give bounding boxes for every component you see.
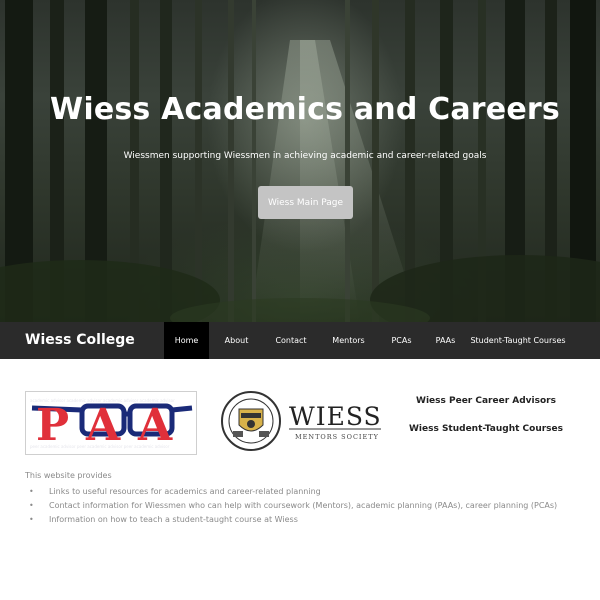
wiess-mentors-society-logo[interactable]: WIESS MENTORS SOCIETY (221, 391, 383, 451)
student-taught-courses-link[interactable]: Wiess Student-Taught Courses (405, 424, 567, 434)
svg-text:WIESS: WIESS (289, 402, 382, 431)
paa-logo-graphic: academic advisor academic advisor academ… (26, 392, 196, 454)
bullet-dot-icon: • (29, 487, 34, 496)
paa-letter-p: P (36, 400, 69, 451)
hero-title: Wiess Academics and Careers (50, 92, 560, 127)
brand-link[interactable]: Wiess College (25, 322, 135, 359)
peer-career-advisors-link[interactable]: Wiess Peer Career Advisors (405, 396, 567, 406)
forest-background-image (0, 0, 600, 322)
navbar: Wiess College Home About Contact Mentors… (0, 322, 600, 359)
list-item: • Contact information for Wiessmen who c… (25, 499, 557, 513)
nav-item-home[interactable]: Home (164, 322, 209, 359)
nav-menu: Home About Contact Mentors PCAs PAAs Stu… (164, 322, 569, 359)
bullet-dot-icon: • (29, 515, 34, 524)
list-item-text: Contact information for Wiessmen who can… (49, 501, 558, 510)
list-item-text: Links to useful resources for academics … (49, 487, 321, 496)
nav-item-mentors[interactable]: Mentors (318, 322, 379, 359)
side-links: Wiess Peer Career Advisors Wiess Student… (405, 396, 567, 434)
nav-item-pcas[interactable]: PCAs (379, 322, 424, 359)
hero-subtitle: Wiessmen supporting Wiessmen in achievin… (123, 151, 487, 161)
paa-letter-a1: A (85, 400, 121, 451)
wiess-main-page-button[interactable]: Wiess Main Page (258, 186, 353, 219)
hero-banner: Wiess Academics and Careers Wiessmen sup… (0, 0, 600, 322)
nav-item-student-taught-courses[interactable]: Student-Taught Courses (467, 322, 569, 359)
intro-text: This website provides (25, 471, 112, 480)
paa-logo[interactable]: academic advisor academic advisor academ… (25, 391, 197, 455)
provides-list: • Links to useful resources for academic… (25, 485, 557, 527)
list-item: • Links to useful resources for academic… (25, 485, 557, 499)
paa-letter-a2: A (137, 400, 173, 451)
list-item-text: Information on how to teach a student-ta… (49, 515, 298, 524)
svg-text:MENTORS SOCIETY: MENTORS SOCIETY (295, 433, 379, 441)
bullet-dot-icon: • (29, 501, 34, 510)
wiess-mentors-logo-graphic: WIESS MENTORS SOCIETY (221, 391, 382, 451)
nav-item-paas[interactable]: PAAs (424, 322, 467, 359)
list-item: • Information on how to teach a student-… (25, 513, 557, 527)
nav-item-contact[interactable]: Contact (264, 322, 318, 359)
nav-item-about[interactable]: About (209, 322, 264, 359)
